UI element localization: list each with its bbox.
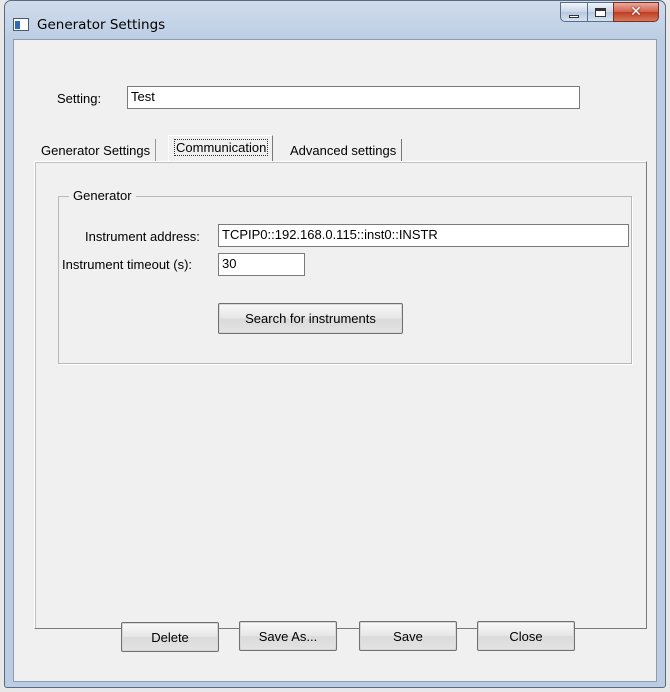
search-instruments-button[interactable]: Search for instruments xyxy=(218,303,403,334)
instrument-address-label: Instrument address: xyxy=(85,229,200,244)
tab-communication-label: Communication xyxy=(173,139,269,156)
tab-advanced-settings-label: Advanced settings xyxy=(290,143,397,158)
minimize-button[interactable] xyxy=(560,2,587,22)
tab-generator-settings-label: Generator Settings xyxy=(41,143,151,158)
instrument-address-input[interactable]: TCPIP0::192.168.0.115::inst0::INSTR xyxy=(218,224,629,247)
close-button[interactable]: Close xyxy=(477,621,575,651)
tab-communication[interactable]: Communication xyxy=(168,135,274,161)
settings-window: Generator Settings ✕ Setting: Test Gener… xyxy=(4,0,666,688)
dialog-client-area: Setting: Test Generator Settings Communi… xyxy=(13,39,657,682)
window-app-icon[interactable] xyxy=(13,18,29,31)
tab-generator-settings[interactable]: Generator Settings xyxy=(35,139,157,161)
maximize-icon xyxy=(595,7,606,17)
communication-tab-panel: Generator Instrument address: TCPIP0::19… xyxy=(34,161,647,629)
minimize-icon xyxy=(569,14,579,18)
close-icon: ✕ xyxy=(630,4,642,20)
window-controls: ✕ xyxy=(560,2,659,22)
tab-advanced-settings[interactable]: Advanced settings xyxy=(284,139,403,161)
instrument-timeout-input[interactable]: 30 xyxy=(218,253,305,276)
setting-label: Setting: xyxy=(57,91,102,106)
save-as-button[interactable]: Save As... xyxy=(239,621,337,651)
generator-group-title: Generator xyxy=(69,188,136,203)
maximize-button[interactable] xyxy=(587,2,613,22)
delete-button[interactable]: Delete xyxy=(121,622,219,652)
close-window-button[interactable]: ✕ xyxy=(613,2,659,22)
setting-name-input[interactable]: Test xyxy=(127,86,580,109)
save-button[interactable]: Save xyxy=(359,621,457,651)
window-title: Generator Settings xyxy=(37,17,166,33)
instrument-timeout-label: Instrument timeout (s): xyxy=(62,257,193,272)
generator-groupbox: Generator Instrument address: TCPIP0::19… xyxy=(58,188,632,364)
title-bar[interactable]: Generator Settings ✕ xyxy=(5,1,665,39)
